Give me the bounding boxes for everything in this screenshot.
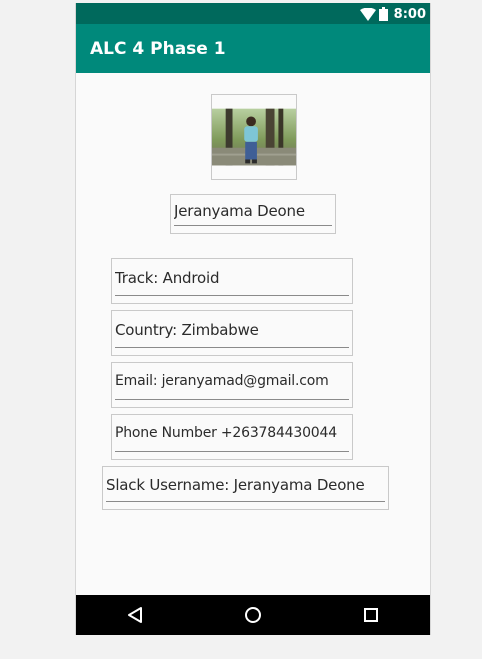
app-title: ALC 4 Phase 1 [90,38,226,59]
back-icon [128,607,142,623]
wifi-icon [359,7,376,21]
slack-field[interactable]: Slack Username: Jeranyama Deone [102,466,389,510]
home-button[interactable] [233,595,273,635]
track-underline [115,295,349,296]
profile-photo-frame [211,94,297,180]
track-field[interactable]: Track: Android [111,258,353,304]
slack-value: Slack Username: Jeranyama Deone [106,476,365,494]
country-value: Country: Zimbabwe [115,321,259,339]
email-field[interactable]: Email: jeranyamad@gmail.com [111,362,353,408]
name-field[interactable]: Jeranyama Deone [170,194,336,234]
status-icons: 8:00 [359,5,426,23]
phone-underline [115,451,349,452]
slack-underline [106,501,385,502]
app-bar: ALC 4 Phase 1 [76,24,430,73]
email-value: Email: jeranyamad@gmail.com [115,373,329,389]
recents-button[interactable] [351,595,391,635]
status-time: 8:00 [393,6,426,22]
back-button[interactable] [115,595,155,635]
name-underline [174,225,332,226]
profile-content: Jeranyama Deone Track: Android Country: … [76,73,430,595]
profile-photo [212,108,296,166]
country-field[interactable]: Country: Zimbabwe [111,310,353,356]
phone-screen: 8:00 ALC 4 Phase 1 Jeranyama Deone Track… [75,3,431,635]
status-bar: 8:00 [76,3,430,24]
country-underline [115,347,349,348]
battery-icon [378,7,388,21]
recents-icon [364,608,378,622]
navigation-bar [76,595,430,635]
track-value: Track: Android [115,269,220,287]
phone-value: Phone Number +263784430044 [115,425,337,441]
email-underline [115,399,349,400]
home-icon [245,607,261,623]
phone-field[interactable]: Phone Number +263784430044 [111,414,353,460]
name-value: Jeranyama Deone [174,202,305,220]
